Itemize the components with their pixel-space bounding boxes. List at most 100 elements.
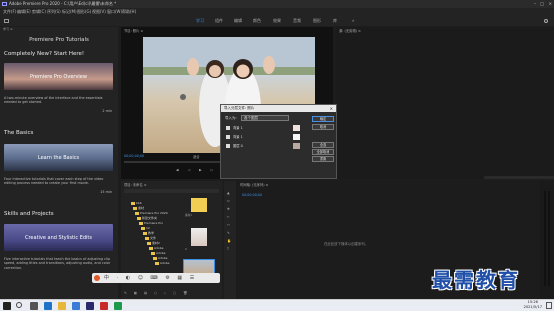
folder-item[interactable]: 素材2: [147, 241, 160, 245]
fit-dropdown[interactable]: 适合: [193, 154, 200, 159]
file-explorer-icon[interactable]: [58, 302, 66, 310]
menu-clip[interactable]: 剪辑(C): [32, 8, 46, 16]
windows-taskbar: 15:26 2021/5/17: [0, 299, 554, 311]
program-tab[interactable]: 节目: 照片 ≡: [124, 28, 143, 33]
layer-thumbnail: [293, 143, 300, 149]
project-tab[interactable]: 项目: 未命名 ≡: [124, 182, 146, 187]
taskbar-search-icon[interactable]: [16, 302, 22, 308]
workspace-color[interactable]: 颜色: [253, 16, 261, 26]
deselect-all-button[interactable]: 全部取消: [312, 149, 334, 155]
timeline-tab[interactable]: 时间轴: (无序列) ≡: [240, 182, 268, 187]
folder-item[interactable]: 教学: [143, 231, 154, 235]
clock-date: 2021/5/17: [523, 305, 542, 309]
folder-item[interactable]: bbb: [131, 201, 142, 205]
workspace-learn[interactable]: 学习: [196, 16, 204, 26]
tutorial-card-basics[interactable]: Learn the Basics: [4, 144, 113, 171]
search-icon[interactable]: [544, 19, 548, 23]
folder-item[interactable]: 新建文件夹: [137, 216, 157, 220]
floating-tool-icons[interactable]: 中 · ◐ ☺ ⌨ ⚙ ▦ ☰: [104, 274, 197, 281]
reset-button[interactable]: 重置: [312, 156, 334, 162]
card-title: Premiere Pro Overview: [30, 74, 87, 80]
tutorial-card-creative[interactable]: Creative and Stylistic Edits: [4, 224, 113, 251]
folder-item[interactable]: Premiere Pro 2020: [135, 211, 168, 215]
timeline-empty-message: 在此处放下媒体以创建序列。: [324, 242, 369, 246]
project-toolbar[interactable]: ✎ ▦ ▤ ○ ⌕ ▢ 🗑: [124, 291, 190, 295]
layer-checkbox[interactable]: [226, 135, 230, 139]
menu-sequence[interactable]: 序列(S): [47, 8, 61, 16]
import-as-select[interactable]: 各个图层: [241, 115, 289, 121]
cancel-button[interactable]: 取消: [312, 124, 334, 130]
thumb-label: 4: [185, 248, 187, 251]
edge-icon[interactable]: [44, 302, 52, 310]
program-timecode[interactable]: 00;00;00;00: [124, 154, 144, 158]
menu-view[interactable]: 视图(V): [92, 8, 106, 16]
tutorial-card-overview[interactable]: Premiere Pro Overview: [4, 63, 113, 90]
folder-item[interactable]: Adobe: [155, 261, 170, 265]
home-icon[interactable]: [4, 19, 9, 23]
card-duration: 15 min: [100, 190, 112, 194]
photo-thumbnail[interactable]: [191, 228, 207, 246]
minimize-icon[interactable]: –: [534, 0, 536, 8]
folder-item[interactable]: 12: [141, 226, 150, 230]
import-layered-file-dialog: 导入分层文件: 照片 × 导入为: 各个图层 确定 取消 全选 全部取消 重置 …: [220, 104, 337, 179]
layer-checkbox[interactable]: [226, 144, 230, 148]
app-icon: [2, 2, 7, 6]
floating-toolbar: 中 · ◐ ☺ ⌨ ⚙ ▦ ☰: [92, 273, 220, 283]
folder-item[interactable]: Adobe: [153, 256, 168, 260]
card-title: Creative and Stylistic Edits: [25, 235, 92, 241]
menu-file[interactable]: 文件(F): [3, 8, 16, 16]
store-icon[interactable]: [72, 302, 80, 310]
folder-item[interactable]: Premiere Pro: [139, 221, 163, 225]
card-description: Four interactive tutorials that cover ea…: [4, 177, 104, 186]
card-description: A two-minute overview of the interface a…: [4, 96, 103, 105]
learn-header: Premiere Pro Tutorials: [29, 37, 89, 43]
learn-panel-tab[interactable]: 学习 ≡: [0, 27, 118, 32]
select-all-button[interactable]: 全选: [312, 142, 334, 148]
ok-button[interactable]: 确定: [312, 116, 334, 122]
workspace-effects[interactable]: 效果: [273, 16, 281, 26]
workspace-more-icon[interactable]: »: [352, 16, 354, 26]
menu-window[interactable]: 窗口(W): [107, 8, 122, 16]
section-title: Completely New? Start Here!: [4, 51, 85, 57]
close-icon[interactable]: ×: [549, 0, 552, 8]
title-bar: Adobe Premiere Pro 2020 - C:\用户\Ed(ci)\最…: [0, 0, 554, 8]
tool-icons[interactable]: ▲ ⇔ ✥ ✂ ⇿ ✎ ✋ T: [227, 189, 231, 253]
menu-marker[interactable]: 标记(M): [62, 8, 77, 16]
card-duration: 2 min: [102, 109, 112, 113]
layer-thumbnail: [293, 134, 300, 140]
menu-edit[interactable]: 编辑(E): [17, 8, 31, 16]
folder-item[interactable]: Adobe: [149, 246, 164, 250]
premiere-icon[interactable]: [86, 302, 94, 310]
app-icon-green[interactable]: [114, 302, 122, 310]
menu-graphics[interactable]: 图形(G): [77, 8, 91, 16]
folder-thumbnail[interactable]: [191, 198, 207, 212]
source-scroll[interactable]: [484, 176, 554, 179]
menu-help[interactable]: 帮助(H): [122, 8, 136, 16]
folder-item[interactable]: Adobe: [151, 251, 166, 255]
workspace-graphics[interactable]: 图形: [313, 16, 321, 26]
dialog-close-icon[interactable]: ×: [330, 105, 333, 112]
tools-panel: ▲ ⇔ ✥ ✂ ⇿ ✎ ✋ T: [224, 181, 236, 299]
task-view-icon[interactable]: [30, 302, 38, 310]
windows-start-icon[interactable]: [3, 302, 11, 310]
thumb-label: 素材1: [185, 214, 192, 217]
workspace-assembly[interactable]: 组件: [215, 16, 223, 26]
workspace-editing[interactable]: 编辑: [234, 16, 242, 26]
source-tab[interactable]: 源: (无剪辑) ≡: [339, 28, 361, 33]
folder-item[interactable]: 素材: [133, 206, 144, 210]
app-icon-red[interactable]: [100, 302, 108, 310]
layer-name: 背景 1: [233, 126, 243, 130]
dialog-title: 导入分层文件: 照片: [221, 105, 336, 112]
notification-icon[interactable]: [546, 302, 552, 309]
section-title: The Basics: [4, 130, 34, 136]
app-badge-icon[interactable]: [94, 275, 100, 281]
workspace-libraries[interactable]: 库: [333, 16, 337, 26]
workspace-audio[interactable]: 音频: [293, 16, 301, 26]
layer-name: 图层 0: [233, 144, 243, 148]
layer-name: 背景 1: [233, 135, 243, 139]
folder-item[interactable]: 文件: [145, 236, 156, 240]
clock[interactable]: 15:26 2021/5/17: [524, 300, 542, 310]
project-search-input[interactable]: [124, 189, 219, 193]
maximize-icon[interactable]: □: [540, 0, 544, 8]
layer-checkbox[interactable]: [226, 126, 230, 130]
